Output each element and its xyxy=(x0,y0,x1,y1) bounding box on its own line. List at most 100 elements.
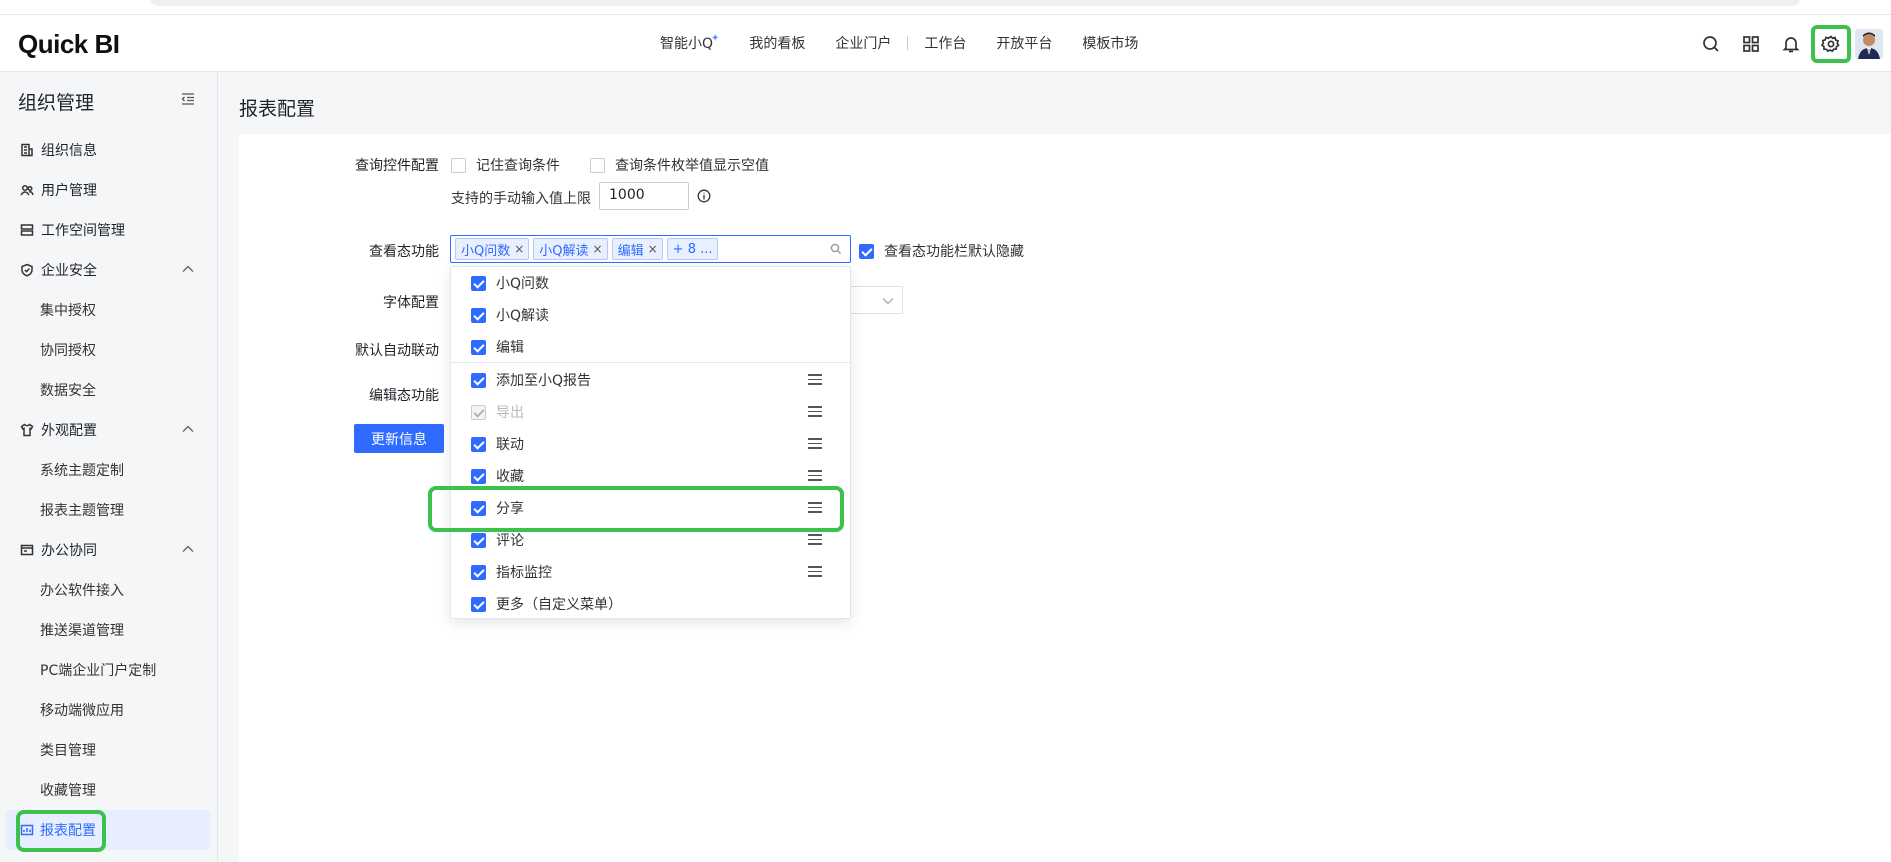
checkbox[interactable] xyxy=(471,275,486,291)
nav-my-dashboard[interactable]: 我的看板 xyxy=(749,33,805,53)
view-mode-select[interactable]: 小Q问数 × 小Q解读 × 编辑 × + 8 ... xyxy=(450,235,851,263)
sidebar-item-office-integration[interactable]: 办公软件接入 xyxy=(0,570,218,610)
item-label: 小Q解读 xyxy=(496,308,550,324)
nav-template-market[interactable]: 模板市场 xyxy=(1082,33,1138,53)
drag-handle-icon[interactable] xyxy=(808,374,822,386)
sidebar-item-users[interactable]: 用户管理 xyxy=(0,170,218,210)
dropdown-item-edit[interactable]: 编辑 xyxy=(451,331,850,363)
top-header: Quick BI 智能小Q✦ 我的看板 企业门户 工作台 开放平台 模板市场 xyxy=(0,14,1891,72)
notifications-button[interactable] xyxy=(1771,25,1811,63)
close-icon[interactable]: × xyxy=(648,242,658,256)
update-info-button[interactable]: 更新信息 xyxy=(354,424,444,453)
avatar[interactable] xyxy=(1855,29,1883,59)
drag-handle-icon[interactable] xyxy=(808,406,822,418)
show-empty-option[interactable]: 查询条件枚举值显示空值 xyxy=(590,155,769,175)
dropdown-item-add-to-report[interactable]: 添加至小Q报告 xyxy=(451,364,850,396)
sidebar-group-appearance[interactable]: 外观配置 xyxy=(0,410,218,450)
sidebar-item-favorites[interactable]: 收藏管理 xyxy=(0,770,218,810)
sidebar-title: 组织管理 xyxy=(18,92,95,114)
sidebar-group-security[interactable]: 企业安全 xyxy=(0,250,218,290)
remember-query-option[interactable]: 记住查询条件 xyxy=(451,155,560,175)
item-label: 评论 xyxy=(496,533,524,549)
highlight-report-config xyxy=(16,810,106,852)
manual-limit-input[interactable]: 1000 xyxy=(599,182,689,210)
collapse-sidebar-icon[interactable] xyxy=(180,91,196,107)
sidebar-item-org-info[interactable]: 组织信息 xyxy=(0,130,218,170)
nav-enterprise-portal[interactable]: 企业门户 xyxy=(835,33,891,53)
nav-smart-q[interactable]: 智能小Q✦ xyxy=(660,33,719,53)
checkbox[interactable] xyxy=(471,339,486,355)
drag-handle-icon[interactable] xyxy=(808,470,822,482)
item-label: 联动 xyxy=(496,437,524,453)
chevron-up-icon xyxy=(182,545,194,552)
nav-smart-q-label: 智能小Q xyxy=(660,36,714,52)
hide-toolbar-label: 查看态功能栏默认隐藏 xyxy=(884,244,1024,260)
sidebar-item-label: 用户管理 xyxy=(41,183,97,199)
hide-toolbar-checkbox[interactable] xyxy=(859,243,874,259)
sidebar-item-label: 外观配置 xyxy=(41,423,97,439)
page-title: 报表配置 xyxy=(239,98,316,120)
checkbox[interactable] xyxy=(471,436,486,452)
manual-limit-label: 支持的手动输入值上限 xyxy=(451,188,591,208)
chevron-up-icon xyxy=(182,265,194,272)
nav-workbench[interactable]: 工作台 xyxy=(924,33,966,53)
sidebar-item-central-auth[interactable]: 集中授权 xyxy=(0,290,218,330)
drag-handle-icon[interactable] xyxy=(808,566,822,578)
checkbox[interactable] xyxy=(471,564,486,580)
drag-handle-icon[interactable] xyxy=(808,438,822,450)
sidebar-item-push-channel[interactable]: 推送渠道管理 xyxy=(0,610,218,650)
search-icon xyxy=(830,243,841,254)
view-mode-label: 查看态功能 xyxy=(369,244,439,260)
sidebar-group-office[interactable]: 办公协同 xyxy=(0,530,218,570)
browser-strip xyxy=(0,0,1891,14)
grid-icon xyxy=(1743,36,1759,52)
settings-button[interactable] xyxy=(1811,25,1851,63)
checkbox[interactable] xyxy=(471,596,486,612)
hide-toolbar-option[interactable]: 查看态功能栏默认隐藏 xyxy=(859,241,1024,261)
close-icon[interactable]: × xyxy=(593,242,603,256)
tag-more-count[interactable]: + 8 ... xyxy=(666,238,718,260)
dropdown-item-smart-q-ask[interactable]: 小Q问数 xyxy=(451,267,850,299)
sidebar-item-pc-portal[interactable]: PC端企业门户定制 xyxy=(0,650,218,690)
apps-button[interactable] xyxy=(1731,25,1771,63)
tag-smart-q-ask: 小Q问数 × xyxy=(455,238,530,260)
font-select[interactable] xyxy=(845,286,903,314)
show-empty-checkbox[interactable] xyxy=(590,157,605,173)
nav-divider xyxy=(907,36,909,50)
tag-label: 编辑 xyxy=(617,243,644,259)
sidebar-item-collab-auth[interactable]: 协同授权 xyxy=(0,330,218,370)
workspace-icon xyxy=(20,224,34,236)
checkbox[interactable] xyxy=(471,532,486,548)
chevron-up-icon xyxy=(182,425,194,432)
sidebar-item-workspace[interactable]: 工作空间管理 xyxy=(0,210,218,250)
tag-label: 小Q问数 xyxy=(461,243,511,259)
view-mode-dropdown: 小Q问数 小Q解读 编辑 添加至小Q报告 导出 联动 收藏 分享 评论 指标监控… xyxy=(450,266,851,619)
checkbox[interactable] xyxy=(471,468,486,484)
close-icon[interactable]: × xyxy=(514,242,524,256)
tag-edit: 编辑 × xyxy=(611,238,663,260)
nav-open-platform[interactable]: 开放平台 xyxy=(996,33,1052,53)
dropdown-item-more-custom[interactable]: 更多（自定义菜单） xyxy=(451,588,850,620)
sidebar-item-system-theme[interactable]: 系统主题定制 xyxy=(0,450,218,490)
sidebar-item-data-security[interactable]: 数据安全 xyxy=(0,370,218,410)
gear-icon xyxy=(1821,35,1840,53)
checkbox[interactable] xyxy=(471,307,486,323)
dropdown-item-linkage[interactable]: 联动 xyxy=(451,428,850,460)
drag-handle-icon[interactable] xyxy=(808,534,822,546)
remember-query-checkbox[interactable] xyxy=(451,157,466,173)
sidebar-item-mobile-app[interactable]: 移动端微应用 xyxy=(0,690,218,730)
item-label: 编辑 xyxy=(496,340,524,356)
dropdown-item-export: 导出 xyxy=(451,396,850,428)
dropdown-item-metric-monitor[interactable]: 指标监控 xyxy=(451,556,850,588)
sidebar-item-category[interactable]: 类目管理 xyxy=(0,730,218,770)
bell-icon xyxy=(1782,37,1800,53)
info-icon[interactable] xyxy=(697,189,711,203)
sidebar-item-report-theme[interactable]: 报表主题管理 xyxy=(0,490,218,530)
checkbox[interactable] xyxy=(471,372,486,388)
checkbox xyxy=(471,404,486,420)
dropdown-item-smart-q-interpret[interactable]: 小Q解读 xyxy=(451,299,850,331)
app-logo[interactable]: Quick BI xyxy=(18,29,120,60)
address-bar[interactable] xyxy=(150,0,1800,6)
chevron-down-icon xyxy=(882,298,894,305)
search-button[interactable] xyxy=(1691,25,1731,63)
